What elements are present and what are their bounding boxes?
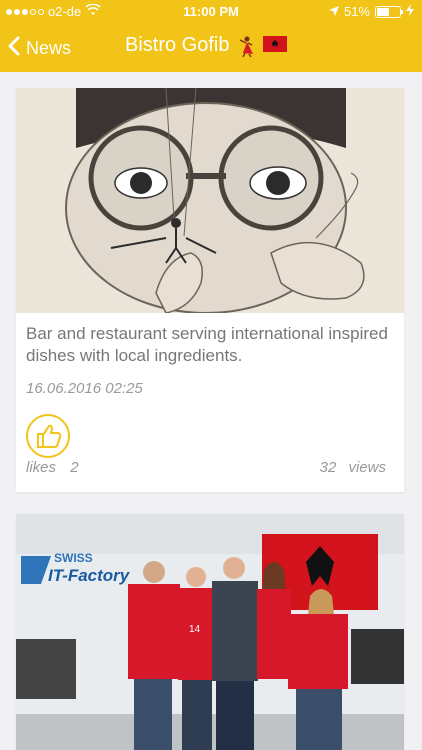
dancer-icon [235,35,257,57]
page-title-text: Bistro Gofib [125,34,230,56]
back-label: News [26,38,72,58]
page-title: Bistro Gofib [125,34,288,57]
post-description-line: dishes with local ingredients. [26,346,243,365]
post-description: Bar and restaurant serving international… [26,323,422,367]
likes-label: likes [26,459,57,476]
views-counter: 32 views [320,459,386,476]
chevron-left-icon [8,36,20,61]
likes-counter: likes 2 [26,459,79,476]
jersey-number: 14 [189,624,201,635]
charging-bolt-icon [406,4,414,19]
news-card[interactable]: SWISS IT-Factory 14 [16,514,404,750]
post-date: 16.06.2016 02:25 [26,380,143,397]
thumbs-up-icon [28,424,68,460]
status-bar: o2-de 11:00 PM 51% [0,0,422,24]
location-arrow-icon [328,4,339,19]
status-right: 51% [328,4,414,19]
views-label: views [348,459,386,476]
logo-text-swiss: SWISS [54,551,93,565]
likes-count: 2 [70,459,79,476]
top-bar: o2-de 11:00 PM 51% News Bistro Gofib [0,0,422,72]
back-button[interactable]: News [8,36,71,61]
news-card[interactable]: Bar and restaurant serving international… [16,88,404,492]
battery-icon [375,5,403,18]
post-image[interactable]: SWISS IT-Factory 14 [16,514,404,750]
news-feed[interactable]: Bar and restaurant serving international… [0,72,422,750]
post-image[interactable] [16,88,404,313]
like-button[interactable] [26,414,70,458]
logo-text-itfactory: IT-Factory [48,566,131,585]
navigation-bar: News Bistro Gofib [0,24,422,72]
views-count: 32 [319,459,337,476]
albania-flag-icon [263,35,288,57]
post-description-line: Bar and restaurant serving international… [26,324,388,343]
battery-percent: 51% [343,4,370,19]
